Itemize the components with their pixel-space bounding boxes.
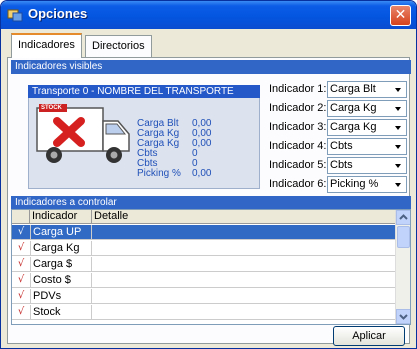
- detalle-column-header[interactable]: Detalle: [92, 210, 396, 224]
- indicator-row-1: Indicador 1: Carga Blt: [269, 81, 411, 99]
- indicator-row-3: Indicador 3: Carga Kg: [269, 119, 411, 137]
- chevron-down-icon: [399, 314, 408, 320]
- check-icon[interactable]: √: [12, 225, 30, 240]
- check-icon[interactable]: √: [12, 241, 30, 256]
- close-button[interactable]: ✕: [390, 5, 411, 26]
- check-icon[interactable]: √: [12, 305, 30, 320]
- indicator-label: Indicador 5:: [269, 159, 327, 171]
- indicator-row-5: Indicador 5: Cbts: [269, 157, 411, 175]
- indicator-row-2: Indicador 2: Carga Kg: [269, 100, 411, 118]
- control-indicators-header: Indicadores a controlar: [11, 196, 411, 210]
- chevron-down-icon[interactable]: [392, 102, 405, 115]
- chevron-up-icon: [399, 214, 408, 220]
- chevron-down-icon[interactable]: [392, 178, 405, 191]
- indicator-cell: Carga $: [30, 257, 92, 272]
- table-row[interactable]: √ Carga UP: [12, 225, 396, 240]
- title-bar[interactable]: Opciones ✕: [1, 1, 416, 29]
- indicator-2-select[interactable]: Carga Kg: [327, 100, 407, 117]
- grid-header: Indicador Detalle: [12, 210, 396, 224]
- indicator-cell: Costo $: [30, 273, 92, 288]
- table-row[interactable]: √ Carga $: [12, 257, 396, 272]
- indicator-label: Indicador 1:: [269, 83, 327, 95]
- chevron-down-icon[interactable]: [392, 140, 405, 153]
- indicador-column-header[interactable]: Indicador: [30, 210, 92, 224]
- indicator-row-6: Indicador 6: Picking %: [269, 176, 411, 194]
- indicator-1-select[interactable]: Carga Blt: [327, 81, 407, 98]
- indicator-5-select[interactable]: Cbts: [327, 157, 407, 174]
- indicator-cell: Carga UP: [30, 225, 92, 240]
- indicator-6-select[interactable]: Picking %: [327, 176, 407, 193]
- indicator-label: Indicador 6:: [269, 178, 327, 190]
- vertical-scrollbar[interactable]: [395, 210, 410, 324]
- transport-title: Transporte 0 - NOMBRE DEL TRANSPORTE: [28, 85, 260, 98]
- control-indicators-grid[interactable]: Indicador Detalle √ Carga UP √ Carga Kg …: [11, 209, 411, 325]
- indicator-label: Indicador 2:: [269, 102, 327, 114]
- window-title: Opciones: [28, 6, 88, 21]
- table-row[interactable]: √ Carga Kg: [12, 241, 396, 256]
- chevron-down-icon[interactable]: [392, 121, 405, 134]
- check-icon[interactable]: √: [12, 289, 30, 304]
- tab-indicadores[interactable]: Indicadores: [11, 33, 82, 58]
- indicator-label: Indicador 4:: [269, 140, 327, 152]
- check-icon[interactable]: √: [12, 273, 30, 288]
- indicator-3-select[interactable]: Carga Kg: [327, 119, 407, 136]
- indicator-cell: Stock: [30, 305, 92, 320]
- scroll-down-button[interactable]: [396, 309, 410, 324]
- indicator-cell: Carga Kg: [30, 241, 92, 256]
- stock-badge: STOCK: [41, 105, 62, 111]
- scroll-up-button[interactable]: [396, 210, 410, 225]
- check-icon[interactable]: √: [12, 257, 30, 272]
- indicator-4-select[interactable]: Cbts: [327, 138, 407, 155]
- close-icon: ✕: [394, 7, 407, 23]
- chevron-down-icon[interactable]: [392, 83, 405, 96]
- tab-directorios[interactable]: Directorios: [85, 35, 152, 57]
- table-row[interactable]: √ PDVs: [12, 289, 396, 304]
- apply-button[interactable]: Aplicar: [333, 326, 405, 346]
- visible-indicators-header: Indicadores visibles: [11, 60, 411, 74]
- app-icon: [7, 9, 23, 22]
- scrollbar-thumb[interactable]: [397, 226, 410, 248]
- indicator-row-4: Indicador 4: Cbts: [269, 138, 411, 156]
- truck-icon: [36, 104, 130, 163]
- table-row[interactable]: √ Costo $: [12, 273, 396, 288]
- indicator-label: Indicador 3:: [269, 121, 327, 133]
- indicator-cell: PDVs: [30, 289, 92, 304]
- options-dialog: Opciones ✕ Indicadores Directorios Indic…: [0, 0, 417, 349]
- check-column-header: [12, 210, 30, 224]
- chevron-down-icon[interactable]: [392, 159, 405, 172]
- table-row[interactable]: √ Stock: [12, 305, 396, 320]
